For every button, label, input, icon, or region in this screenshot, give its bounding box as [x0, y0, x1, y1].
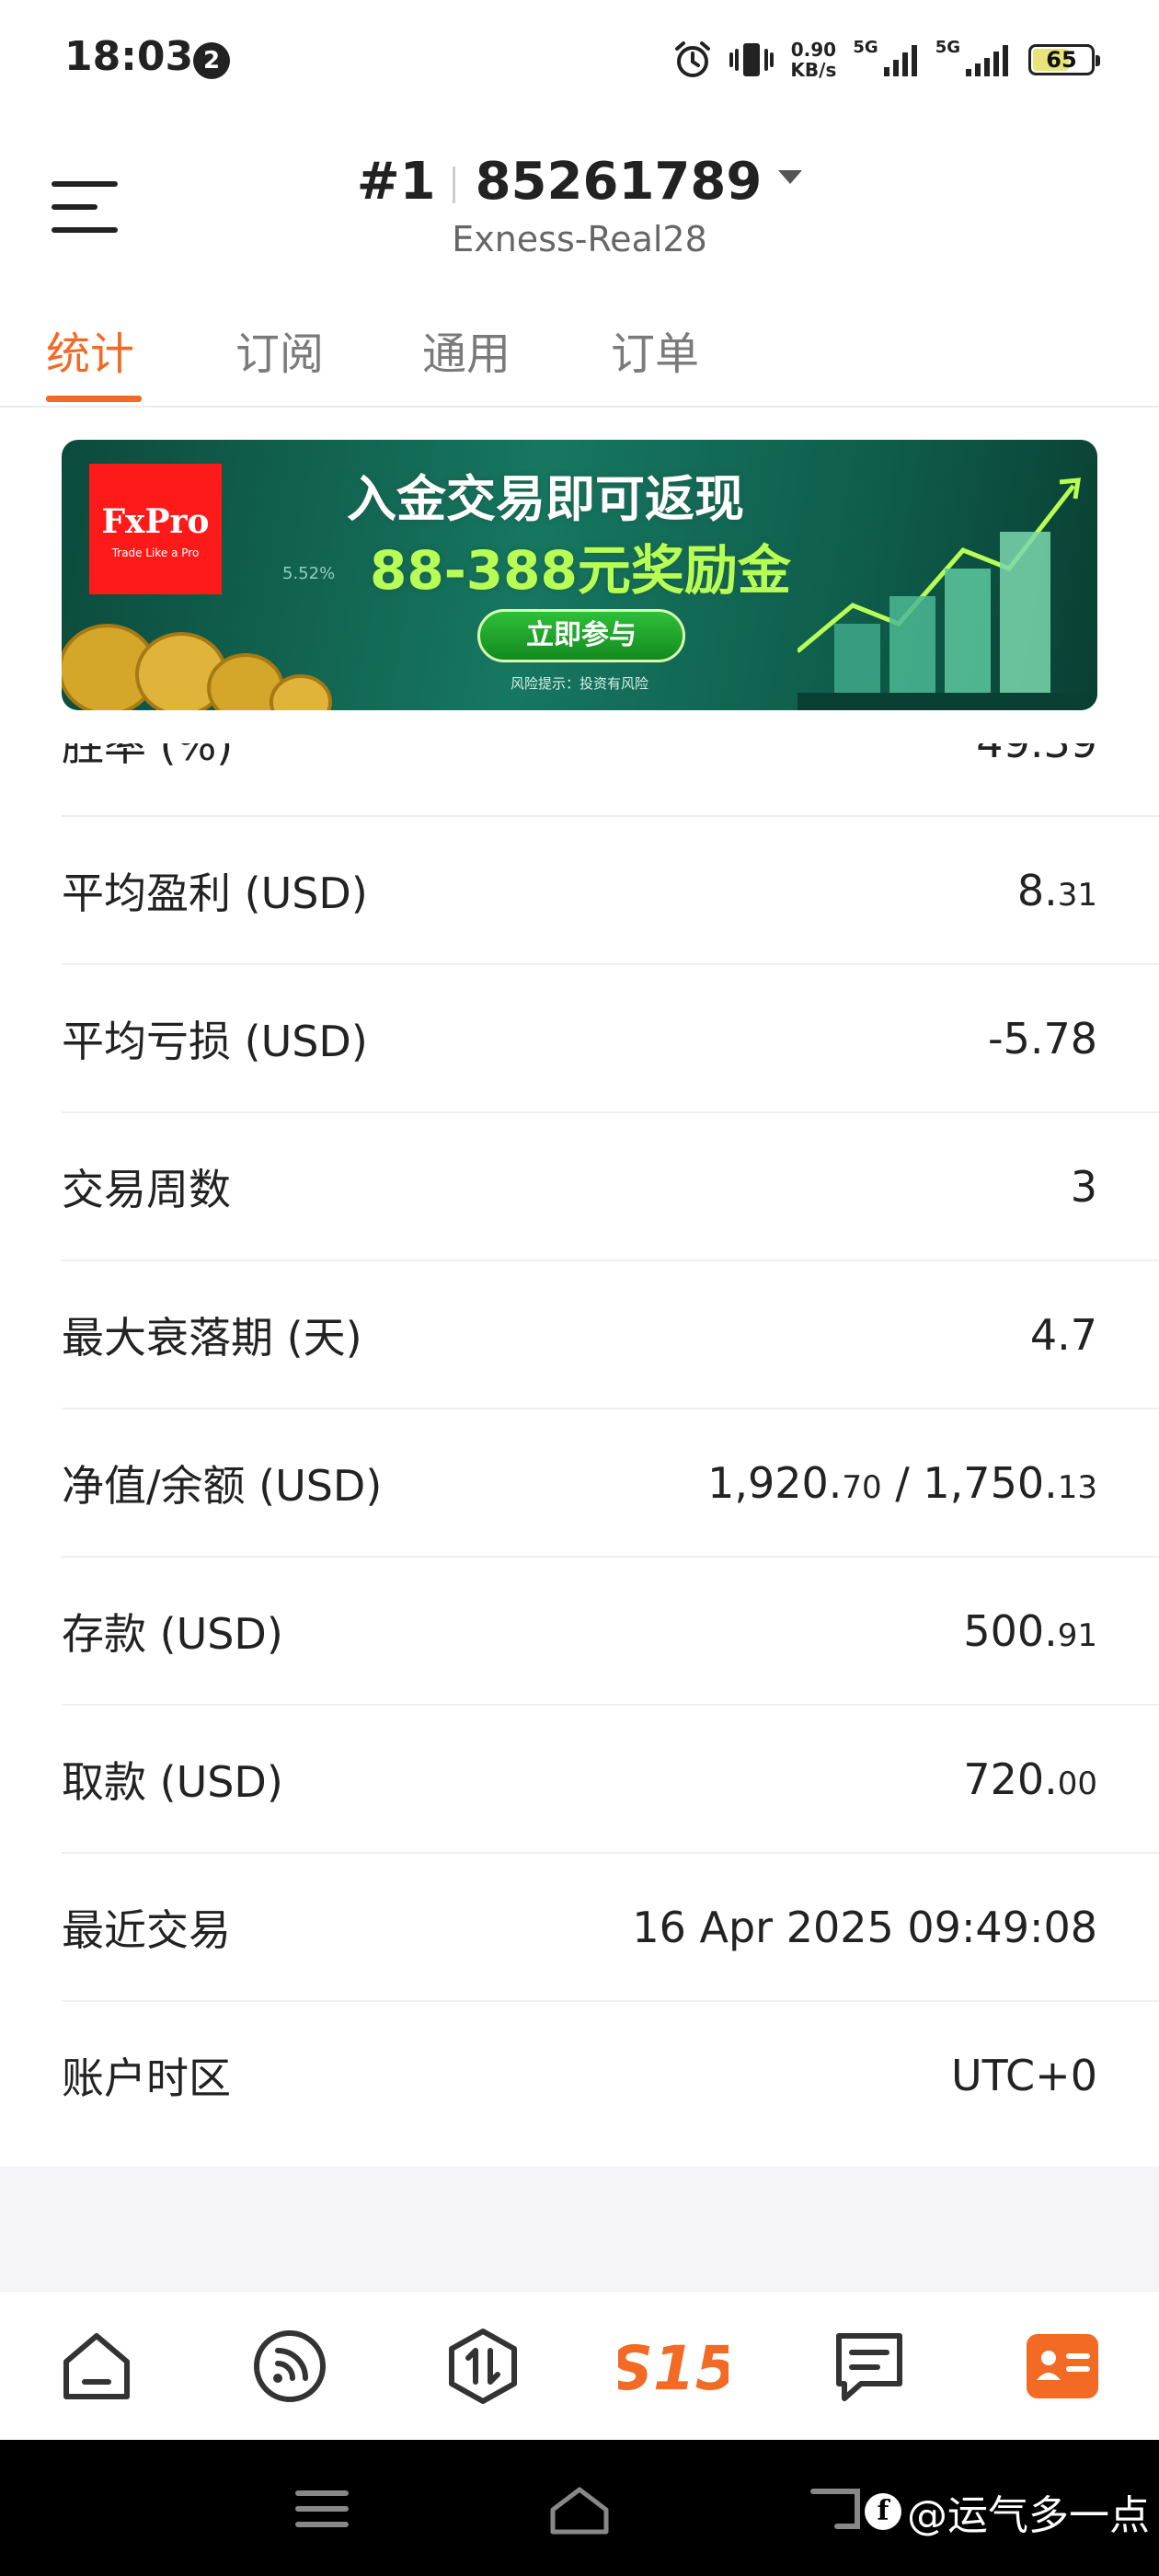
- signal-2-label: 5G: [935, 37, 960, 57]
- banner-percent: 5.52%: [282, 564, 336, 583]
- stat-label: 存款 (USD): [62, 1608, 283, 1659]
- stat-label: 胜率 (%): [62, 743, 234, 770]
- profile-card-icon: [1027, 2334, 1098, 2398]
- stat-row-max-drawdown-days: 最大衰落期 (天) 4.7: [62, 1261, 1159, 1409]
- tab-orders[interactable]: 订单: [611, 317, 699, 382]
- recents-button[interactable]: [294, 2486, 350, 2536]
- nav-home[interactable]: [57, 2327, 136, 2406]
- nav-profile[interactable]: [1023, 2327, 1102, 2406]
- vibrate-icon: [729, 43, 775, 76]
- battery-icon: 65: [1028, 44, 1100, 75]
- stat-label: 交易周数: [62, 1164, 231, 1214]
- dropdown-caret-icon[interactable]: [778, 170, 803, 185]
- banner-subheadline: 88-388元奖励金: [370, 539, 791, 602]
- system-home-icon: [550, 2487, 609, 2535]
- stat-row-avg-profit: 平均盈利 (USD) 8.31: [62, 817, 1159, 965]
- stat-value: 1,920.70 / 1,750.13: [707, 1457, 1097, 1508]
- stat-row-withdrawals: 取款 (USD) 720.00: [62, 1706, 1159, 1854]
- header: #1 85261789 Exness-Real28: [0, 124, 1159, 281]
- stat-label: 最近交易: [62, 1904, 231, 1955]
- stat-value: 4.7: [1029, 1309, 1097, 1360]
- battery-level: 65: [1046, 47, 1077, 73]
- tab-bar: 统计 订阅 通用 订单: [0, 281, 1159, 408]
- stat-label: 取款 (USD): [62, 1756, 283, 1807]
- notification-count-badge: 2: [193, 42, 230, 79]
- promo-banner[interactable]: FxPro Trade Like a Pro 5.52% 入金交易即可返现 88…: [62, 440, 1097, 710]
- alarm-icon: [675, 41, 711, 77]
- tab-subscriptions[interactable]: 订阅: [235, 317, 324, 382]
- stat-value: 16 Apr 2025 09:49:08: [632, 1902, 1097, 1952]
- status-bar: 18:03 2 0.90 KB/s 5G 5G 65: [0, 0, 1159, 124]
- tab-statistics[interactable]: 统计: [46, 317, 134, 382]
- stat-label: 平均盈利 (USD): [62, 868, 368, 918]
- stat-value: UTC+0: [950, 2050, 1097, 2100]
- net-speed-unit: KB/s: [790, 59, 837, 81]
- s15-logo: S15: [618, 2333, 729, 2404]
- stat-row-trading-weeks: 交易周数 3: [62, 1113, 1159, 1261]
- net-speed: 0.90 KB/s: [790, 40, 836, 80]
- stat-row-last-trade: 最近交易 16 Apr 2025 09:49:08: [62, 1854, 1159, 2002]
- home-icon: [63, 2333, 130, 2399]
- active-tab-indicator: [46, 396, 142, 402]
- back-icon: [810, 2489, 860, 2529]
- account-server: Exness-Real28: [452, 219, 707, 259]
- recents-icon: [295, 2490, 349, 2527]
- account-selector[interactable]: #1 85261789: [0, 152, 1159, 212]
- nav-s15[interactable]: S15: [618, 2327, 729, 2406]
- signal-1-label: 5G: [853, 37, 878, 57]
- stat-row-timezone: 账户时区 UTC+0: [62, 2002, 1159, 2144]
- nav-messages[interactable]: [830, 2327, 909, 2406]
- banner-headline: 入金交易即可返现: [347, 470, 744, 528]
- stat-value: 3: [1070, 1161, 1097, 1212]
- stat-row-deposits: 存款 (USD) 500.91: [62, 1558, 1159, 1706]
- signal-1-icon: [883, 45, 917, 76]
- fxpro-logo: FxPro Trade Like a Pro: [89, 464, 222, 594]
- weibo-logo-icon: f: [865, 2493, 901, 2530]
- system-nav-bar: f @运气多一点: [0, 2440, 1159, 2576]
- stat-row-avg-loss: 平均亏损 (USD) -5.78: [62, 965, 1159, 1113]
- banner-cta-button[interactable]: 立即参与: [477, 609, 685, 662]
- back-button[interactable]: [809, 2486, 865, 2536]
- home-button[interactable]: [547, 2486, 612, 2539]
- stat-value: 720.00: [963, 1754, 1097, 1804]
- tab-general[interactable]: 通用: [422, 317, 511, 382]
- nav-trade[interactable]: [443, 2327, 522, 2406]
- watermark-text: @运气多一点: [907, 2492, 1150, 2539]
- stats-list: 胜率 (%) 49.39 平均盈利 (USD) 8.31 平均亏损 (USD) …: [0, 743, 1159, 2144]
- nav-signals[interactable]: [250, 2327, 329, 2406]
- watermark: f @运气多一点: [865, 2482, 1150, 2541]
- svg-text:S15: S15: [618, 2333, 729, 2404]
- signals-icon: [254, 2330, 326, 2402]
- bottom-nav: S15: [0, 2291, 1159, 2440]
- list-footer-spacer: [0, 2167, 1159, 2291]
- stat-row-win-rate: 胜率 (%) 49.39: [62, 743, 1159, 817]
- stat-label: 最大衰落期 (天): [62, 1312, 362, 1363]
- stat-label: 账户时区: [62, 2053, 231, 2103]
- stat-value: 8.31: [1016, 865, 1097, 915]
- stat-value: -5.78: [987, 1013, 1097, 1064]
- brand-tagline: Trade Like a Pro: [111, 546, 200, 559]
- stat-row-equity-balance: 净值/余额 (USD) 1,920.70 / 1,750.13: [62, 1409, 1159, 1558]
- stat-value: 500.91: [963, 1605, 1097, 1656]
- account-index: #1: [356, 152, 436, 212]
- status-time: 18:03: [64, 33, 194, 80]
- banner-risk-note: 风险提示：投资有风险: [510, 675, 648, 692]
- brand-name: FxPro: [101, 502, 210, 541]
- net-speed-value: 0.90: [790, 39, 837, 61]
- stat-value: 49.39: [976, 743, 1097, 767]
- messages-icon: [836, 2333, 902, 2401]
- stat-label: 平均亏损 (USD): [62, 1016, 368, 1066]
- account-number: 85261789: [475, 152, 763, 212]
- trade-icon: [449, 2329, 517, 2404]
- status-icons: 0.90 KB/s 5G 5G 65: [672, 35, 1100, 85]
- stat-label: 净值/余额 (USD): [62, 1460, 383, 1511]
- signal-2-icon: [966, 45, 1008, 76]
